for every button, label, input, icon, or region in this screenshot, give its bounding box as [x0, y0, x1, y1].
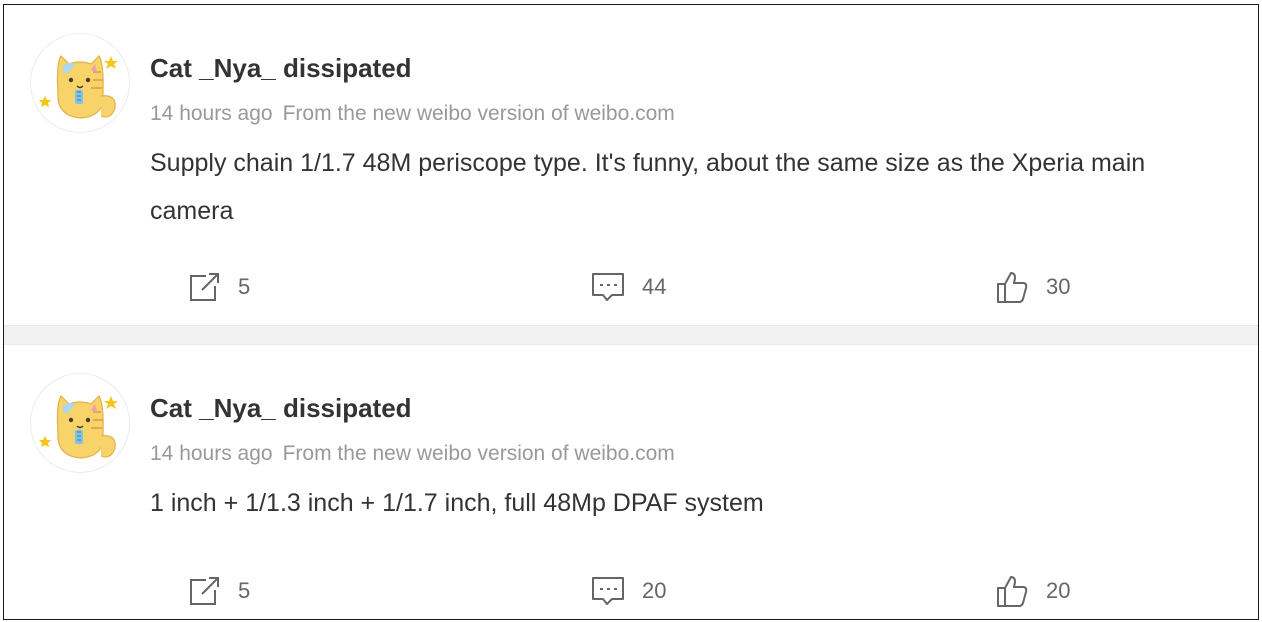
thumbs-up-icon [994, 269, 1030, 305]
like-count: 30 [1046, 274, 1071, 299]
avatar[interactable] [30, 33, 130, 133]
comment-icon [590, 269, 626, 305]
repost-button[interactable]: 5 [186, 267, 250, 307]
post-content: Supply chain 1/1.7 48M periscope type. I… [150, 149, 1146, 225]
post-card: Cat _Nya_ dissipated 14 hours ago From th… [4, 5, 1258, 325]
post-meta: 14 hours ago From the new weibo version o… [150, 442, 675, 466]
like-button[interactable]: 30 [994, 267, 1070, 307]
repost-count: 5 [238, 274, 251, 299]
cat-avatar-icon [39, 55, 118, 119]
username[interactable]: Cat _Nya_ dissipated [150, 53, 412, 84]
cat-avatar-icon [39, 395, 118, 459]
post-source[interactable]: From the new weibo version of weibo.com [283, 102, 675, 125]
comment-count: 20 [642, 578, 667, 603]
comment-count: 44 [642, 274, 667, 299]
post-card: Cat _Nya_ dissipated 14 hours ago From th… [4, 345, 1258, 619]
avatar[interactable] [30, 373, 130, 473]
post-meta: 14 hours ago From the new weibo version o… [150, 102, 675, 126]
post-separator [4, 325, 1258, 345]
comment-button[interactable]: 44 [590, 267, 666, 307]
post-time: 14 hours ago [150, 102, 273, 125]
repost-icon [186, 269, 222, 305]
comment-button[interactable]: 20 [590, 571, 666, 611]
repost-count: 5 [238, 578, 251, 603]
thumbs-up-icon [994, 573, 1030, 609]
like-count: 20 [1046, 578, 1071, 603]
post-content: 1 inch + 1/1.3 inch + 1/1.7 inch, full 4… [150, 489, 764, 517]
post-actions: 5 44 30 [4, 267, 1258, 307]
post-time: 14 hours ago [150, 442, 273, 465]
repost-icon [186, 573, 222, 609]
like-button[interactable]: 20 [994, 571, 1070, 611]
username[interactable]: Cat _Nya_ dissipated [150, 393, 412, 424]
comment-icon [590, 573, 626, 609]
post-source[interactable]: From the new weibo version of weibo.com [283, 442, 675, 465]
repost-button[interactable]: 5 [186, 571, 250, 611]
post-actions: 5 20 20 [4, 571, 1258, 611]
weibo-feed: Cat _Nya_ dissipated 14 hours ago From th… [3, 4, 1259, 620]
